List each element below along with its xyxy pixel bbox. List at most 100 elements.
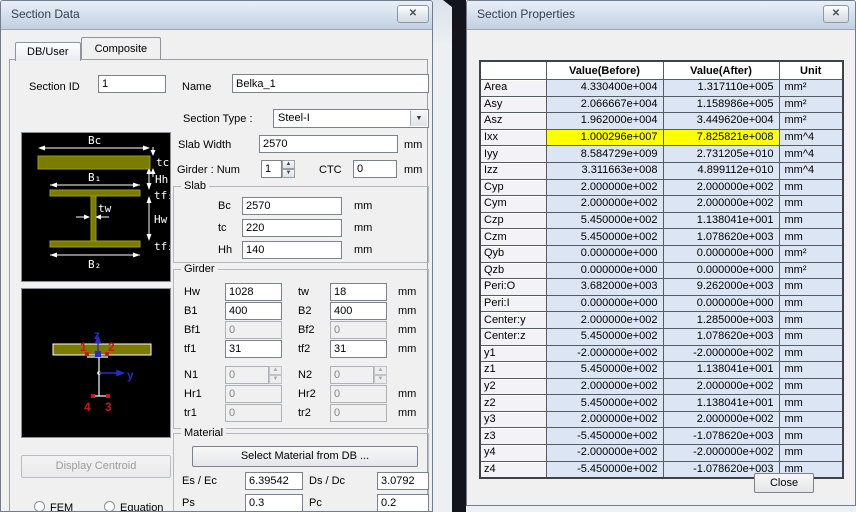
select-material-from-db-button[interactable]: Select Material from DB ... <box>192 446 418 467</box>
value-before-cell: 0.000000e+000 <box>546 295 663 312</box>
spinner-up-icon[interactable]: ▲ <box>282 160 295 169</box>
girder-field-label-tr1: tr1 <box>184 407 197 419</box>
section-id-input[interactable] <box>98 75 166 93</box>
close-button[interactable]: Close <box>754 473 814 493</box>
y-axis-label: y <box>127 368 134 382</box>
value-after-cell: 2.000000e+002 <box>663 196 779 213</box>
property-name-cell: Peri:I <box>480 295 546 312</box>
girder-field-input-tf2[interactable] <box>330 340 387 358</box>
display-centroid-button: Display Centroid <box>21 455 171 478</box>
slab-field-input-hh[interactable] <box>242 241 342 259</box>
section-data-titlebar[interactable]: Section Data ✕ <box>1 1 432 30</box>
girder-group-title: Girder <box>181 263 218 275</box>
girder-field-input-tf1[interactable] <box>225 340 282 358</box>
value-before-cell: 2.066667e+004 <box>546 96 663 113</box>
name-label: Name <box>182 81 211 93</box>
es-ec-input[interactable] <box>245 472 303 490</box>
girder-field-input-tr1 <box>225 404 282 422</box>
value-before-cell: 5.450000e+002 <box>546 328 663 345</box>
slab-field-label-hh: Hh <box>218 244 232 256</box>
girder-num-spin-buttons[interactable]: ▲ ▼ <box>282 160 295 178</box>
point-3-label: 3 <box>105 400 112 414</box>
property-name-cell: Czm <box>480 229 546 246</box>
ds-dc-input[interactable] <box>377 472 429 490</box>
section-data-close-button[interactable]: ✕ <box>397 5 429 23</box>
girder-field-input-tw[interactable] <box>330 283 387 301</box>
value-after-cell: 0.000000e+000 <box>663 245 779 262</box>
slab-width-input[interactable] <box>259 135 398 153</box>
girder-field-input-tr2 <box>330 404 387 422</box>
girder-num-input[interactable] <box>261 160 282 178</box>
tab-db-user[interactable]: DB/User <box>15 42 81 61</box>
girder-field-input-b1[interactable] <box>225 302 282 320</box>
select-material-label: Select Material from DB ... <box>241 450 369 462</box>
property-name-cell: Area <box>480 80 546 97</box>
ctc-input[interactable] <box>353 160 397 178</box>
value-before-cell: 2.000000e+002 <box>546 378 663 395</box>
ctc-label: CTC <box>319 164 342 176</box>
ds-dc-label: Ds / Dc <box>309 475 345 487</box>
value-after-cell: 0.000000e+000 <box>663 262 779 279</box>
es-ec-label: Es / Ec <box>182 475 217 487</box>
property-name-cell: Qzb <box>480 262 546 279</box>
property-name-cell: z3 <box>480 428 546 445</box>
property-name-cell: Cym <box>480 196 546 213</box>
slab-field-input-tc[interactable] <box>242 219 342 237</box>
section-data-title: Section Data <box>11 7 80 21</box>
spinner-down-icon[interactable]: ▼ <box>282 169 295 178</box>
tf2-dim-label: tf₂ <box>154 240 170 253</box>
screen: Section Data ✕ DB/UserComposite Section … <box>0 0 856 512</box>
value-after-cell: 1.138041e+001 <box>663 212 779 229</box>
pc-input[interactable] <box>377 494 429 512</box>
tab-strip: DB/UserComposite <box>15 37 161 60</box>
point-4-label: 4 <box>84 400 91 414</box>
girder-field-input-b2[interactable] <box>330 302 387 320</box>
table-row: Czm5.450000e+0021.078620e+003mm <box>480 229 843 246</box>
section-type-combobox[interactable]: Steel-I ▼ <box>273 109 429 128</box>
property-name-cell: Izz <box>480 162 546 179</box>
slab-width-unit: mm <box>404 139 422 151</box>
girder-field-label-tr2: tr2 <box>298 407 311 419</box>
property-name-cell: Asz <box>480 113 546 130</box>
radio-label-fem: FEM <box>50 502 73 512</box>
value-after-cell: 1.158986e+005 <box>663 96 779 113</box>
radio-label-equation: Equation <box>120 502 163 512</box>
property-name-cell: y2 <box>480 378 546 395</box>
unit-cell: mm <box>779 279 843 296</box>
property-name-cell: Center:z <box>480 328 546 345</box>
unit-cell: mm <box>779 428 843 445</box>
property-name-cell: Peri:O <box>480 279 546 296</box>
property-name-cell: Center:y <box>480 312 546 329</box>
web-shape <box>91 196 96 241</box>
value-before-cell: 5.450000e+002 <box>546 362 663 379</box>
ps-input[interactable] <box>245 494 303 512</box>
section-properties-close-button[interactable]: ✕ <box>823 5 849 23</box>
section-properties-titlebar[interactable]: Section Properties ✕ <box>467 1 855 30</box>
section-type-label: Section Type : <box>183 113 253 125</box>
tab-composite[interactable]: Composite <box>81 37 162 59</box>
column-header-unit: Unit <box>779 61 843 80</box>
table-body: Area4.330400e+0041.317110e+005mm²Asy2.06… <box>480 80 843 479</box>
table-row: Czp5.450000e+0021.138041e+001mm <box>480 212 843 229</box>
value-before-cell: 2.000000e+002 <box>546 179 663 196</box>
chevron-down-icon[interactable]: ▼ <box>410 111 427 126</box>
value-before-cell: 5.450000e+002 <box>546 229 663 246</box>
unit-cell: mm² <box>779 113 843 130</box>
radio-equation[interactable] <box>104 501 115 512</box>
name-input[interactable] <box>232 74 429 93</box>
girder-field-label-bf2: Bf2 <box>298 324 315 336</box>
unit-cell: mm <box>779 328 843 345</box>
slab-field-input-bc[interactable] <box>242 197 342 215</box>
bc-dim-label: Bc <box>88 134 101 147</box>
table-row: Center:z5.450000e+0021.078620e+003mm <box>480 328 843 345</box>
girder-field-input-hw[interactable] <box>225 283 282 301</box>
girder-field-unit: mm <box>398 305 416 317</box>
girder-group: Girder HwtwmmB1B2mmBf1Bf2mmtf1tf2mmN1▲▼N… <box>173 269 429 429</box>
radio-fem[interactable] <box>34 501 45 512</box>
girder-num-stepper[interactable]: ▲ ▼ <box>261 160 295 178</box>
table-row: Cym2.000000e+0022.000000e+002mm <box>480 196 843 213</box>
property-name-cell: z1 <box>480 362 546 379</box>
girder-field-label-b1: B1 <box>184 305 197 317</box>
display-centroid-label: Display Centroid <box>56 460 137 472</box>
table-row: Izz3.311663e+0084.899112e+010mm^4 <box>480 162 843 179</box>
